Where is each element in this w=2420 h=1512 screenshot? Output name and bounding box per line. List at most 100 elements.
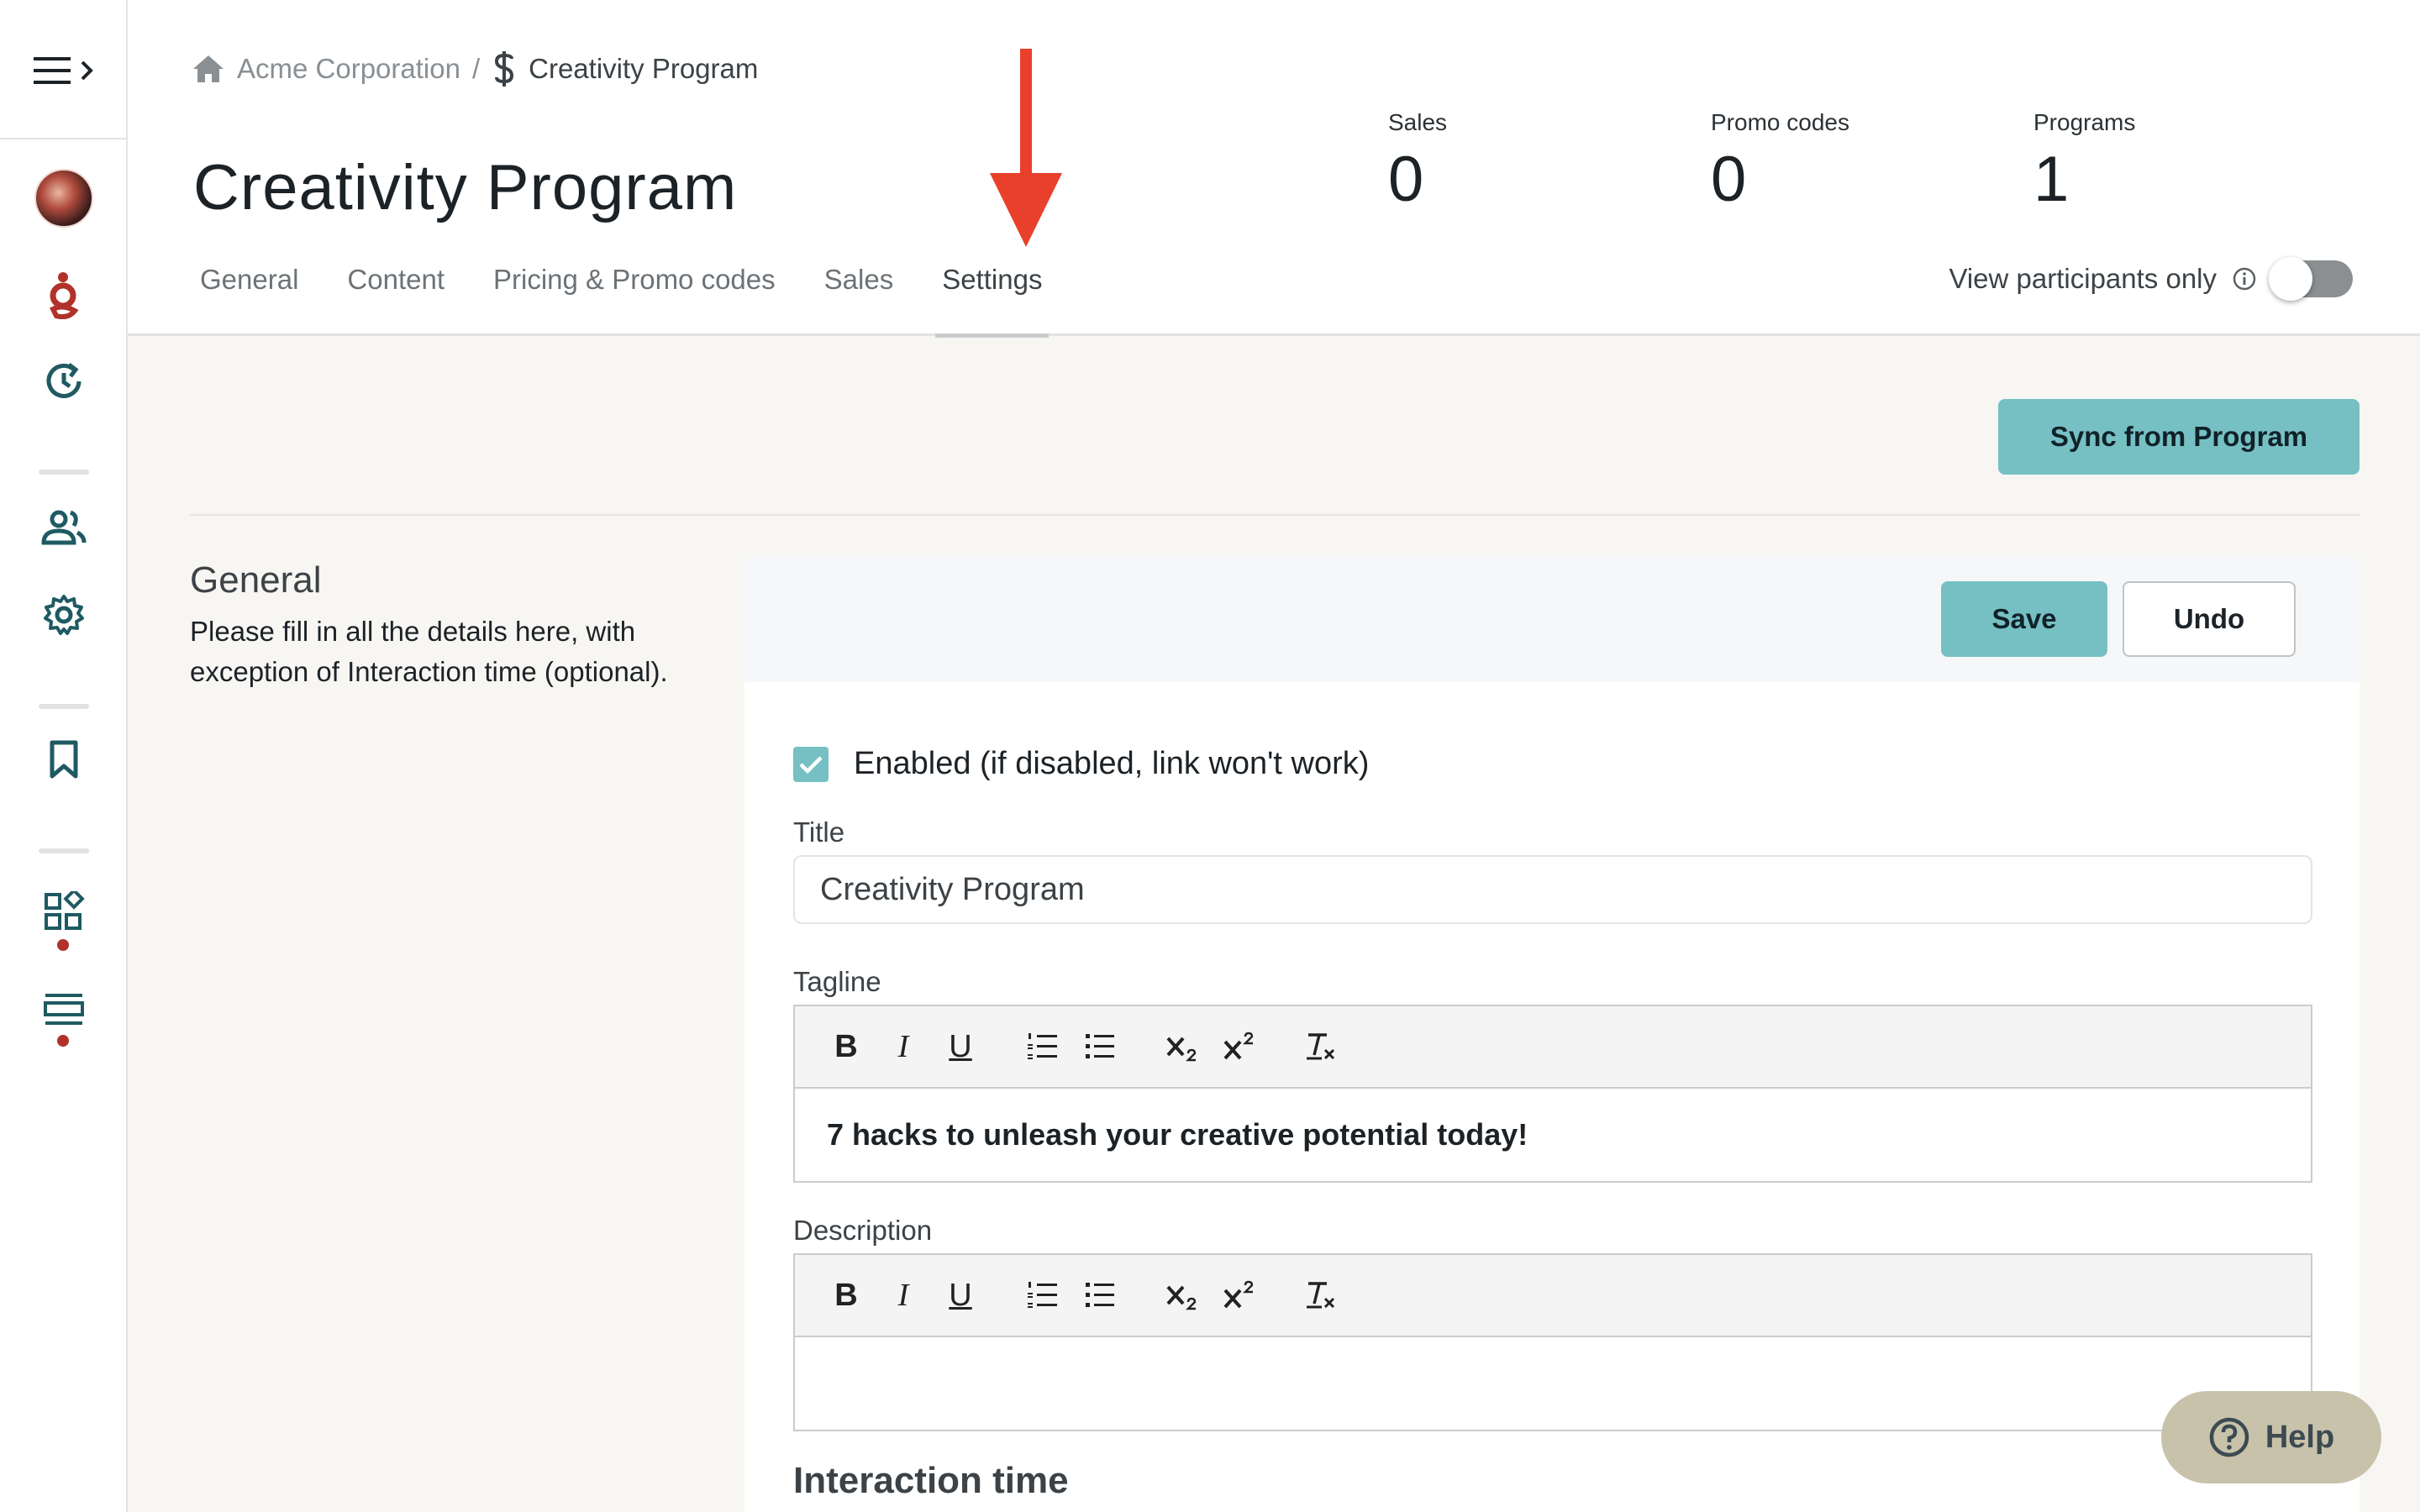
save-button[interactable]: Save	[1941, 581, 2107, 657]
subscript-button[interactable]	[1161, 1274, 1203, 1316]
general-form-card: Save Undo Enabled (if disabled, link won…	[744, 556, 2360, 1512]
enabled-row: Enabled (if disabled, link won't work)	[793, 746, 1369, 782]
section-divider	[190, 514, 2360, 516]
stat-sales: Sales 0	[1388, 109, 1447, 212]
clear-format-icon	[1307, 1033, 1335, 1060]
history-icon	[46, 363, 82, 398]
page-header: Acme Corporation / Creativity Program Cr…	[128, 0, 2420, 338]
subscript-icon	[1166, 1037, 1197, 1062]
ordered-list-icon	[1028, 1282, 1057, 1308]
sidebar-item-apps[interactable]	[30, 879, 97, 946]
breadcrumb-org-link[interactable]: Acme Corporation	[237, 53, 460, 85]
view-participants-toggle[interactable]	[2269, 257, 2353, 301]
underline-button[interactable]: U	[939, 1274, 981, 1316]
description-editor: B I U	[793, 1253, 2312, 1431]
sidebar-item-settings[interactable]	[30, 581, 97, 648]
tab-content[interactable]: Content	[340, 252, 451, 336]
help-button[interactable]: Help	[2161, 1391, 2381, 1483]
underline-button[interactable]: U	[939, 1026, 981, 1068]
apps-icon	[45, 891, 85, 930]
clear-format-button[interactable]	[1301, 1026, 1343, 1068]
title-input[interactable]: Creativity Program	[793, 855, 2312, 924]
sidebar-separator	[39, 704, 89, 709]
bookmark-icon	[50, 740, 78, 779]
hamburger-icon	[34, 57, 93, 84]
enabled-label: Enabled (if disabled, link won't work)	[854, 746, 1370, 781]
users-icon	[41, 510, 87, 545]
ordered-list-icon	[1028, 1033, 1057, 1059]
toggle-knob	[2269, 257, 2312, 301]
annotation-arrow-icon	[990, 49, 1062, 247]
bold-button[interactable]: B	[825, 1026, 867, 1068]
sidebar-brand-logo[interactable]	[30, 259, 97, 326]
info-icon[interactable]	[2232, 266, 2257, 291]
sidebar-toggle-button[interactable]	[34, 54, 101, 87]
superscript-button[interactable]	[1218, 1026, 1260, 1068]
view-participants-label: View participants only	[1949, 263, 2217, 294]
subscript-icon	[1166, 1285, 1197, 1310]
italic-button[interactable]: I	[882, 1274, 924, 1316]
tab-sales[interactable]: Sales	[818, 252, 901, 336]
bullet-list-button[interactable]	[1079, 1274, 1121, 1316]
stat-promo-codes: Promo codes 0	[1711, 109, 1849, 212]
superscript-icon	[1223, 1032, 1254, 1060]
stat-value: 0	[1388, 144, 1424, 215]
description-label: Description	[793, 1215, 933, 1246]
sidebar-item-history[interactable]	[30, 348, 97, 415]
view-participants-control: View participants only	[1949, 257, 2353, 301]
breadcrumb: Acme Corporation / Creativity Program	[192, 49, 758, 89]
bold-button[interactable]: B	[825, 1274, 867, 1316]
tagline-editor-content[interactable]: 7 hacks to unleash your creative potenti…	[795, 1089, 2311, 1181]
sidebar-item-users[interactable]	[30, 494, 97, 561]
sidebar-item-list[interactable]	[30, 976, 97, 1043]
stat-value: 0	[1711, 144, 1747, 215]
ordered-list-button[interactable]	[1022, 1274, 1064, 1316]
ordered-list-button[interactable]	[1022, 1026, 1064, 1068]
page-title: Creativity Program	[193, 152, 738, 223]
stat-programs: Programs 1	[2033, 109, 2135, 212]
sidebar-avatar[interactable]	[30, 165, 97, 232]
sidebar-separator	[39, 470, 89, 475]
bullet-list-icon	[1086, 1283, 1114, 1307]
dollar-icon	[495, 51, 514, 87]
undo-button[interactable]: Undo	[2123, 581, 2296, 657]
gear-icon	[44, 595, 84, 635]
tab-settings[interactable]: Settings	[935, 252, 1050, 338]
sync-from-program-button[interactable]: Sync from Program	[1998, 399, 2360, 475]
subscript-button[interactable]	[1161, 1026, 1203, 1068]
tab-general[interactable]: General	[193, 252, 305, 336]
avatar	[34, 169, 93, 228]
description-editor-toolbar: B I U	[795, 1255, 2311, 1337]
question-icon	[2209, 1417, 2249, 1457]
tagline-editor: B I U 7 hacks to unleash your creative p…	[793, 1005, 2312, 1183]
stat-label: Programs	[2033, 109, 2136, 135]
clear-format-button[interactable]	[1301, 1274, 1343, 1316]
tagline-editor-toolbar: B I U	[795, 1006, 2311, 1089]
sidebar-notification-dot	[57, 939, 69, 951]
breadcrumb-current: Creativity Program	[529, 53, 759, 84]
clear-format-icon	[1307, 1282, 1335, 1309]
sidebar	[0, 0, 128, 1512]
enabled-checkbox[interactable]	[793, 746, 829, 782]
brand-g-icon	[49, 272, 79, 319]
general-section-title: General	[190, 559, 322, 601]
stat-label: Promo codes	[1711, 109, 1849, 135]
sidebar-separator	[39, 848, 89, 853]
title-label: Title	[793, 816, 845, 848]
tab-pricing-promo-codes[interactable]: Pricing & Promo codes	[487, 252, 782, 336]
list-icon	[44, 994, 84, 1025]
stat-label: Sales	[1388, 109, 1448, 135]
interaction-time-title: Interaction time	[793, 1460, 1069, 1501]
superscript-icon	[1223, 1280, 1254, 1309]
form-card-header: Save Undo	[744, 556, 2360, 682]
description-editor-content[interactable]	[795, 1337, 2311, 1430]
bullet-list-button[interactable]	[1079, 1026, 1121, 1068]
checkmark-icon	[799, 755, 823, 774]
italic-button[interactable]: I	[882, 1026, 924, 1068]
superscript-button[interactable]	[1218, 1274, 1260, 1316]
bullet-list-icon	[1086, 1034, 1114, 1058]
home-icon[interactable]	[192, 54, 225, 84]
tab-bar: General Content Pricing & Promo codes Sa…	[193, 252, 1084, 338]
stat-value: 1	[2033, 144, 2070, 215]
sidebar-item-bookmarks[interactable]	[30, 726, 97, 793]
